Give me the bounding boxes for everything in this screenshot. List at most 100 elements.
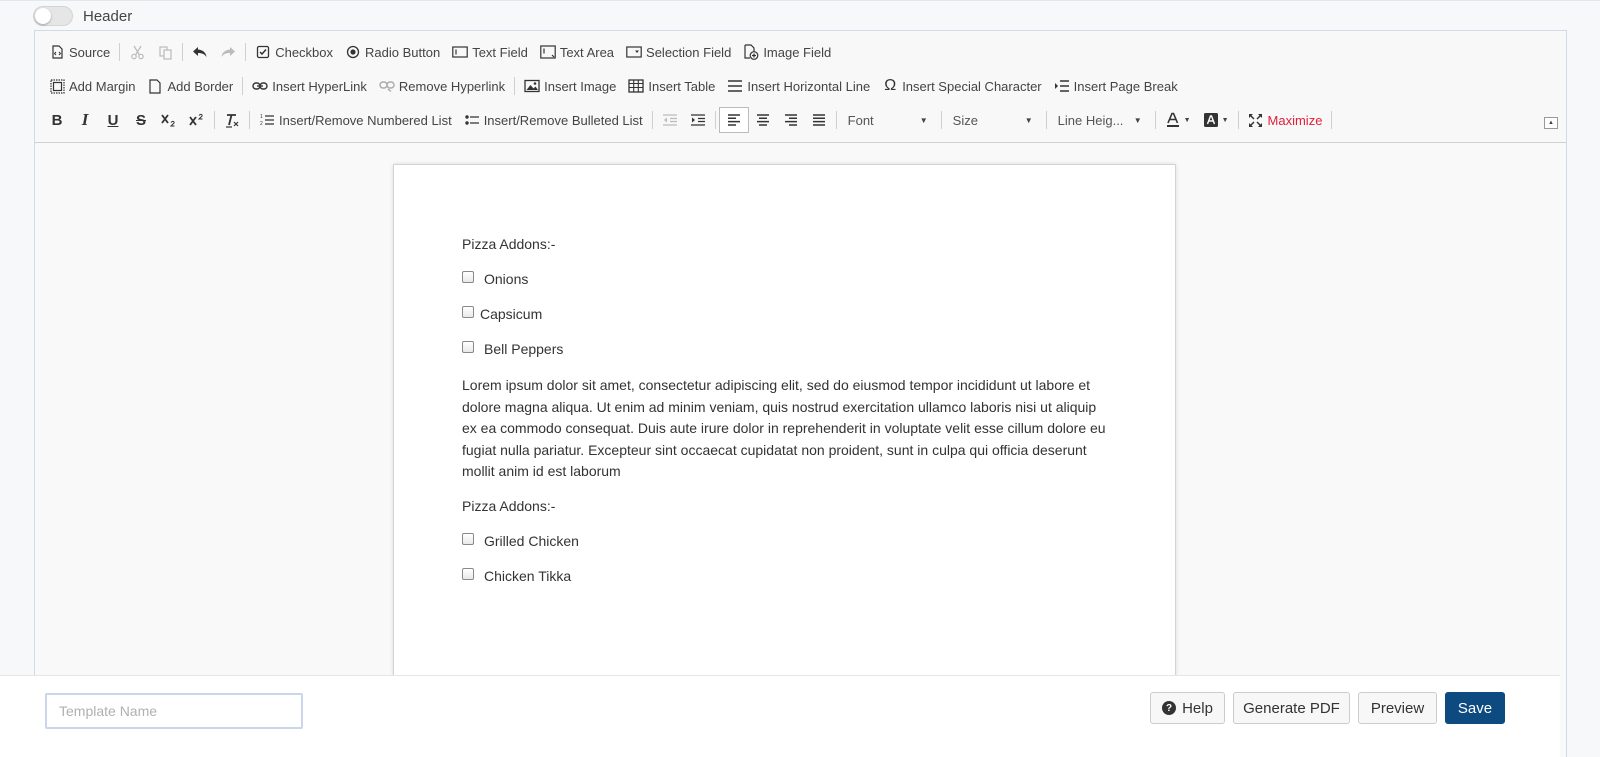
chevron-down-icon: ▼ — [1183, 116, 1191, 124]
document-page[interactable]: Pizza Addons:- Onions Capsicum Bell Pepp… — [393, 164, 1176, 724]
bulleted-list-button[interactable]: Insert/Remove Bulleted List — [458, 107, 649, 133]
align-center-button[interactable] — [749, 107, 777, 133]
horizontal-line-icon — [727, 78, 743, 94]
insert-table-button[interactable]: Insert Table — [622, 73, 721, 99]
insert-image-button[interactable]: Insert Image — [518, 73, 622, 99]
page-break-icon — [1054, 78, 1070, 94]
question-circle-icon: ? — [1162, 701, 1177, 715]
subscript-button[interactable] — [155, 107, 183, 133]
insert-page-break-button[interactable]: Insert Page Break — [1048, 73, 1184, 99]
subscript-icon — [161, 112, 177, 128]
checkbox-button[interactable]: Checkbox — [249, 39, 339, 65]
toolbar-separator — [835, 111, 837, 129]
source-button[interactable]: Source — [43, 39, 116, 65]
list-item: Chicken Tikka — [462, 567, 1112, 585]
size-dropdown[interactable]: Size ▼ — [945, 107, 1041, 133]
toolbar-separator — [119, 43, 121, 61]
remove-format-button[interactable] — [218, 107, 246, 133]
bold-button[interactable]: B — [43, 107, 71, 133]
toolbar-row-3: B I U S 1 2 Insert/Remove Numbered List … — [43, 106, 1335, 134]
decrease-indent-button[interactable] — [656, 107, 684, 133]
copy-icon — [157, 44, 173, 60]
cut-button[interactable] — [123, 39, 151, 65]
numbered-list-icon: 12 — [259, 112, 275, 128]
insert-hyperlink-button[interactable]: Insert HyperLink — [246, 73, 373, 99]
toolbar-separator — [245, 43, 247, 61]
toolbar-separator — [514, 77, 516, 95]
superscript-icon — [189, 112, 205, 128]
list-item: Capsicum — [462, 305, 1112, 323]
save-button[interactable]: Save — [1445, 692, 1505, 724]
preview-button[interactable]: Preview — [1358, 692, 1437, 724]
addon-checkbox[interactable] — [462, 532, 474, 545]
lorem-paragraph: Lorem ipsum dolor sit amet, consectetur … — [462, 377, 1106, 479]
redo-button[interactable] — [214, 39, 242, 65]
superscript-button[interactable] — [183, 107, 211, 133]
toolbar-row-1: Source Checkbox Radio Button Text Field … — [43, 38, 837, 66]
addon-checkbox[interactable] — [462, 341, 474, 353]
remove-hyperlink-button[interactable]: Remove Hyperlink — [373, 73, 511, 99]
strikethrough-icon: S — [135, 111, 146, 129]
header-toggle-row: Header — [33, 6, 132, 26]
font-dropdown[interactable]: Font ▼ — [840, 107, 936, 133]
text-area-button[interactable]: Text Area — [534, 39, 620, 65]
radio-button-tool[interactable]: Radio Button — [339, 39, 446, 65]
addon-checkbox[interactable] — [462, 271, 474, 283]
margin-icon — [49, 78, 65, 94]
toolbar-separator — [1331, 111, 1333, 129]
image-field-icon — [743, 44, 759, 60]
checkbox-icon — [255, 44, 271, 60]
bold-icon: B — [51, 111, 63, 129]
top-divider — [0, 0, 1600, 1]
chevron-down-icon: ▼ — [1024, 115, 1033, 125]
omega-icon: Ω — [884, 77, 897, 94]
background-color-button[interactable]: ▼ — [1197, 107, 1235, 133]
italic-icon: I — [81, 110, 89, 129]
text-field-icon — [452, 44, 468, 60]
outdent-icon — [662, 112, 678, 128]
add-margin-button[interactable]: Add Margin — [43, 73, 141, 99]
toolbar-separator — [651, 111, 653, 129]
image-field-button[interactable]: Image Field — [737, 39, 837, 65]
template-name-input[interactable] — [45, 693, 303, 729]
addon-checkbox[interactable] — [462, 306, 474, 318]
editor-toolbar: Source Checkbox Radio Button Text Field … — [35, 31, 1566, 143]
underline-button[interactable]: U — [99, 107, 127, 133]
maximize-button[interactable]: Maximize — [1242, 107, 1329, 133]
toolbar-separator — [940, 111, 942, 129]
addon-checkbox[interactable] — [462, 567, 474, 580]
source-icon — [49, 44, 65, 60]
add-border-button[interactable]: Add Border — [141, 73, 239, 99]
collapse-toolbar-button[interactable]: ▲ — [1544, 117, 1558, 129]
copy-button[interactable] — [151, 39, 179, 65]
align-center-icon — [755, 112, 771, 128]
link-icon — [252, 78, 268, 94]
numbered-list-button[interactable]: 12 Insert/Remove Numbered List — [253, 107, 458, 133]
selection-field-button[interactable]: Selection Field — [620, 39, 737, 65]
svg-text:1: 1 — [260, 114, 263, 120]
increase-indent-button[interactable] — [684, 107, 712, 133]
toolbar-row-2: Add Margin Add Border Insert HyperLink R — [43, 72, 1184, 100]
text-field-button[interactable]: Text Field — [446, 39, 534, 65]
align-left-icon — [726, 112, 742, 128]
line-height-dropdown[interactable]: Line Heig... ▼ — [1050, 107, 1150, 133]
strikethrough-button[interactable]: S — [127, 107, 155, 133]
insert-special-character-button[interactable]: Ω Insert Special Character — [876, 73, 1047, 99]
header-toggle[interactable] — [33, 6, 73, 26]
insert-horizontal-line-button[interactable]: Insert Horizontal Line — [721, 73, 876, 99]
italic-button[interactable]: I — [71, 107, 99, 133]
align-right-icon — [783, 112, 799, 128]
toggle-knob — [35, 8, 51, 24]
undo-button[interactable] — [186, 39, 214, 65]
align-right-button[interactable] — [777, 107, 805, 133]
document-content: Pizza Addons:- Onions Capsicum Bell Pepp… — [462, 235, 1112, 602]
text-color-button[interactable]: ▼ — [1159, 107, 1197, 133]
unlink-icon — [379, 78, 395, 94]
help-button[interactable]: ? Help — [1150, 692, 1225, 724]
generate-pdf-button[interactable]: Generate PDF — [1233, 692, 1350, 724]
chevron-down-icon: ▼ — [919, 115, 928, 125]
justify-button[interactable] — [805, 107, 833, 133]
maximize-icon — [1248, 112, 1264, 128]
text-area-icon — [540, 44, 556, 60]
align-left-button[interactable] — [718, 107, 749, 133]
